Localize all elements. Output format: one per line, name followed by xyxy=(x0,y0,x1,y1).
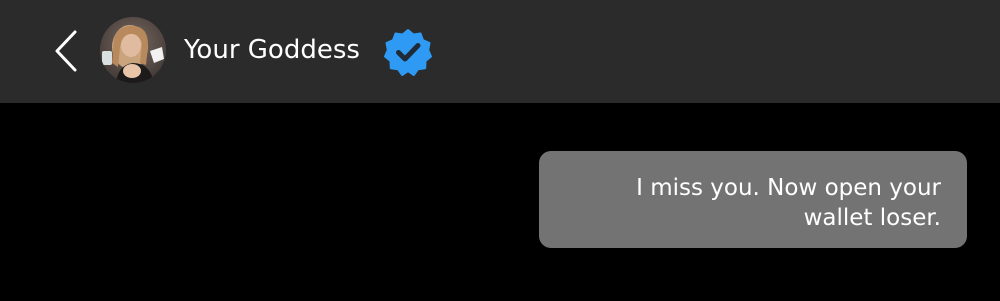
contact-avatar[interactable] xyxy=(100,17,166,83)
contact-name[interactable]: Your Goddess xyxy=(184,33,360,67)
message-text-line: wallet loser. xyxy=(803,205,941,231)
message-thread[interactable]: I miss you. Now open your wallet loser. xyxy=(0,103,1000,301)
back-button[interactable] xyxy=(48,26,88,76)
verified-badge xyxy=(384,28,432,76)
chevron-left-icon xyxy=(55,30,77,72)
avatar-photo xyxy=(100,17,166,83)
outgoing-message-bubble[interactable]: I miss you. Now open your wallet loser. xyxy=(539,151,967,248)
message-text-line: I miss you. Now open your xyxy=(636,175,941,201)
verified-badge-icon xyxy=(384,29,432,76)
chat-header: Your Goddess xyxy=(0,0,1000,103)
